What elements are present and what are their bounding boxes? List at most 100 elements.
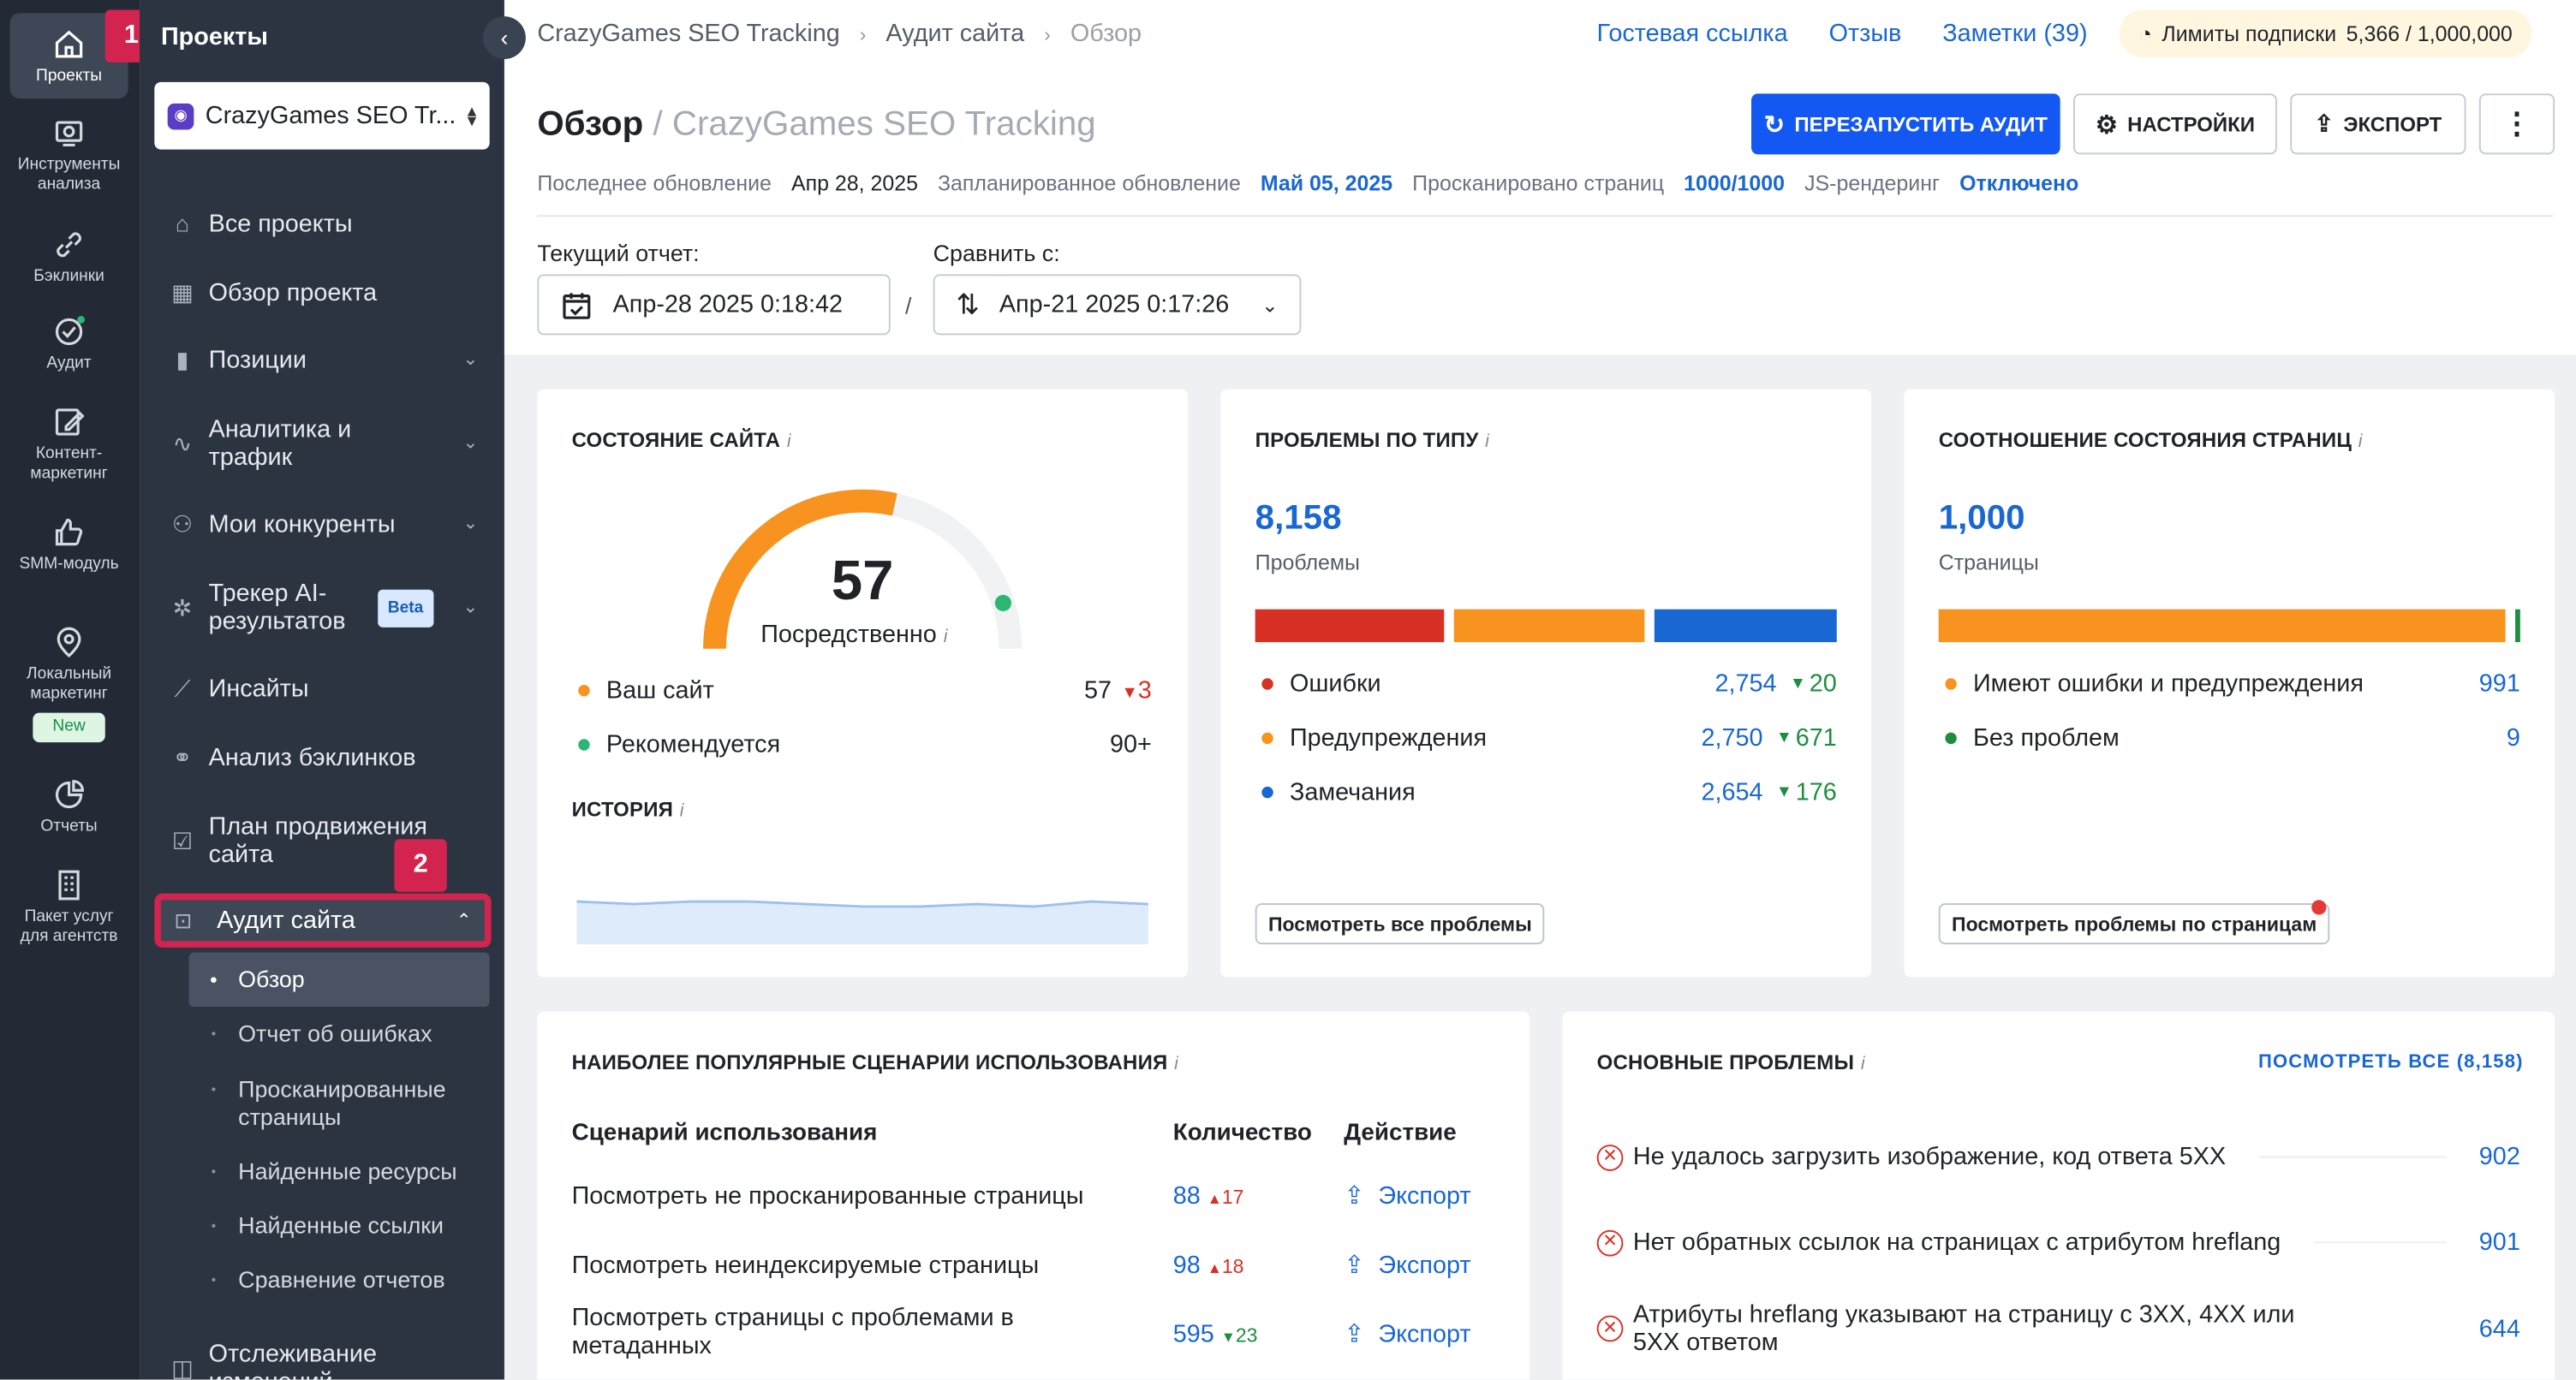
bullet-icon: •: [211, 1272, 217, 1288]
use-case-count[interactable]: 88: [1173, 1182, 1201, 1210]
subitem-report-compare[interactable]: • Сравнение отчетов: [189, 1266, 490, 1294]
sidebar-item-insights[interactable]: ⟋ Инсайты: [166, 675, 478, 703]
info-icon[interactable]: i: [2358, 432, 2363, 452]
use-case-count-cell: 595 ▼23: [1173, 1320, 1258, 1351]
current-report-select[interactable]: Апр-28 2025 0:18:42: [537, 274, 891, 336]
use-case-count[interactable]: 98: [1173, 1252, 1201, 1280]
subitem-label: Просканированные страницы: [238, 1075, 446, 1130]
chevron-down-icon: ⌄: [462, 432, 479, 453]
issue-count[interactable]: 2,654: [1702, 778, 1763, 806]
pages-with-issues-segment[interactable]: [1938, 609, 2506, 643]
notices-segment[interactable]: [1654, 609, 1837, 643]
top-issue-count[interactable]: 902: [2479, 1143, 2520, 1171]
breadcrumb-current: Обзор: [1070, 20, 1142, 48]
sidebar-item-label: Инсайты: [208, 675, 309, 704]
js-render-value[interactable]: Отключено: [1959, 171, 2078, 196]
rail-backlinks[interactable]: Бэклинки: [10, 227, 128, 288]
feedback-link[interactable]: Отзыв: [1829, 20, 1902, 48]
collapse-sidebar-button[interactable]: ‹: [483, 16, 526, 60]
issue-count[interactable]: 2,754: [1715, 670, 1777, 699]
users-icon: ⚇: [171, 510, 193, 538]
rail-audit[interactable]: Аудит: [10, 313, 128, 374]
sidebar-item-analytics[interactable]: ∿ Аналитика и трафик ⌄: [166, 415, 479, 471]
ai-icon: ✲: [172, 593, 193, 621]
export-label: ЭКСПОРТ: [2343, 112, 2442, 136]
issues-total[interactable]: 8,158: [1255, 499, 1342, 538]
sidebar-item-all-projects[interactable]: ⌂ Все проекты: [166, 211, 478, 239]
card-title-text: ОСНОВНЫЕ ПРОБЛЕМЫ: [1596, 1050, 1855, 1074]
sidebar-item-label: Анализ бэклинков: [208, 744, 416, 772]
breadcrumb-audit[interactable]: Аудит сайта: [886, 20, 1024, 48]
rail-agency[interactable]: Пакет услуг для агентств: [10, 867, 128, 948]
bar-chart-icon: ▮: [176, 346, 189, 373]
rail-smm[interactable]: SMM-модуль: [10, 514, 128, 574]
subitem-crawled-pages[interactable]: • Просканированные страницы: [189, 1076, 490, 1132]
settings-button[interactable]: ⚙ НАСТРОЙКИ: [2073, 93, 2277, 155]
info-icon[interactable]: i: [1861, 1055, 1865, 1074]
subitem-found-links[interactable]: • Найденные ссылки: [189, 1212, 490, 1240]
restart-audit-button[interactable]: ↻ ПЕРЕЗАПУСТИТЬ АУДИТ: [1751, 93, 2060, 155]
card-title: НАИБОЛЕЕ ПОПУЛЯРНЫЕ СЦЕНАРИИ ИСПОЛЬЗОВАН…: [572, 1051, 1178, 1074]
export-button[interactable]: ⇪ ЭКСПОРТ: [2290, 93, 2466, 155]
view-all-issues-button[interactable]: Посмотреть все проблемы: [1255, 903, 1546, 945]
use-case-count[interactable]: 595: [1173, 1320, 1214, 1348]
rail-label: Пакет услуг для агентств: [20, 907, 118, 946]
healthy-pages-segment[interactable]: [2514, 609, 2520, 643]
breadcrumb-project[interactable]: CrazyGames SEO Tracking: [537, 20, 839, 48]
sidebar-item-project-overview[interactable]: ▦ Обзор проекта: [166, 279, 478, 307]
crawled-pages-value[interactable]: 1000/1000: [1684, 171, 1785, 196]
top-issue-count[interactable]: 901: [2479, 1228, 2520, 1257]
guest-link[interactable]: Гостевая ссылка: [1597, 20, 1788, 48]
top-issue-row[interactable]: ✕ Не удалось загрузить изображение, код …: [1596, 1143, 2520, 1171]
use-case-count-cell: 98 ▲18: [1173, 1252, 1244, 1282]
sidebar-item-label: Обзор проекта: [208, 279, 378, 307]
subitem-overview[interactable]: ● Обзор: [188, 952, 490, 1007]
card-title-text: СОСТОЯНИЕ САЙТА: [571, 428, 781, 452]
export-action-link[interactable]: ⇪ Экспорт: [1344, 1182, 1470, 1210]
subitem-error-report[interactable]: • Отчет об ошибках: [189, 1020, 490, 1048]
info-icon[interactable]: i: [1174, 1055, 1178, 1074]
export-action-link[interactable]: ⇪ Экспорт: [1344, 1320, 1470, 1348]
link-icon: [57, 232, 81, 258]
rail-content[interactable]: Контент-маркетинг: [10, 404, 128, 485]
compare-report-select[interactable]: ⇅ Апр-21 2025 0:17:26 ⌄: [933, 274, 1302, 336]
sidebar-item-backlink-analysis[interactable]: ⚭ Анализ бэклинков: [166, 744, 478, 772]
rail-analysis[interactable]: Инструменты анализа: [10, 115, 128, 195]
export-action-link[interactable]: ⇪ Экспорт: [1344, 1252, 1470, 1280]
subscription-limits[interactable]: ◔ Лимиты подписки 5,366 / 1,000,000: [2119, 9, 2532, 58]
column-header-action: Действие: [1344, 1120, 1457, 1147]
sidebar-item-ai-tracker[interactable]: ✲ Трекер AI-результатов Beta ⌄: [166, 580, 479, 635]
swap-arrows-icon: ⇅: [956, 288, 980, 320]
sidebar-item-positions[interactable]: ▮ Позиции ⌄: [166, 346, 479, 375]
info-icon[interactable]: i: [680, 801, 684, 821]
pages-total[interactable]: 1,000: [1939, 499, 2025, 538]
top-issue-count[interactable]: 644: [2479, 1315, 2520, 1343]
warnings-segment[interactable]: [1454, 609, 1644, 643]
ratio-count[interactable]: 991: [2479, 670, 2520, 699]
errors-segment[interactable]: [1255, 609, 1446, 643]
issue-count[interactable]: 2,750: [1702, 724, 1763, 752]
top-issue-row[interactable]: ✕ Нет обратных ссылок на страницах с атр…: [1596, 1228, 2520, 1257]
page-header: CrazyGames SEO Tracking › Аудит сайта › …: [504, 0, 2576, 355]
sidebar-item-competitors[interactable]: ⚇ Мои конкуренты ⌄: [166, 511, 478, 539]
rail-reports[interactable]: Отчеты: [10, 776, 128, 837]
info-icon[interactable]: i: [1485, 432, 1489, 452]
project-selector[interactable]: ◉ CrazyGames SEO Tr... ▴ ▾: [154, 81, 490, 150]
view-all-issues-link[interactable]: ПОСМОТРЕТЬ ВСЕ (8,158): [2258, 1053, 2524, 1073]
info-icon[interactable]: i: [944, 628, 948, 647]
sidebar-item-change-tracking[interactable]: ◫ Отслеживание изменений: [166, 1340, 478, 1379]
next-update-value[interactable]: Май 05, 2025: [1261, 171, 1392, 196]
icon-rail: Проекты Инструменты анализа Бэклинки Ауд…: [0, 0, 140, 1380]
gear-icon: ⚙: [2095, 110, 2118, 140]
ratio-count[interactable]: 9: [2507, 724, 2520, 752]
sidebar-item-site-audit[interactable]: ⊡ Аудит сайта ⌃: [154, 893, 492, 948]
current-report-value: Апр-28 2025 0:18:42: [612, 290, 843, 319]
sidebar-item-label: Позиции: [208, 346, 307, 375]
view-issues-by-page-button[interactable]: Посмотреть проблемы по страницам: [1938, 903, 2330, 945]
info-icon[interactable]: i: [787, 432, 791, 452]
subitem-found-resources[interactable]: • Найденные ресурсы: [189, 1157, 490, 1186]
more-options-button[interactable]: ⋮: [2478, 93, 2555, 155]
rail-local[interactable]: Локальный маркетинг New: [10, 624, 128, 743]
top-issue-row[interactable]: ✕ Атрибуты hreflang указывают на страниц…: [1596, 1300, 2520, 1357]
notes-link[interactable]: Заметки (39): [1942, 20, 2087, 48]
